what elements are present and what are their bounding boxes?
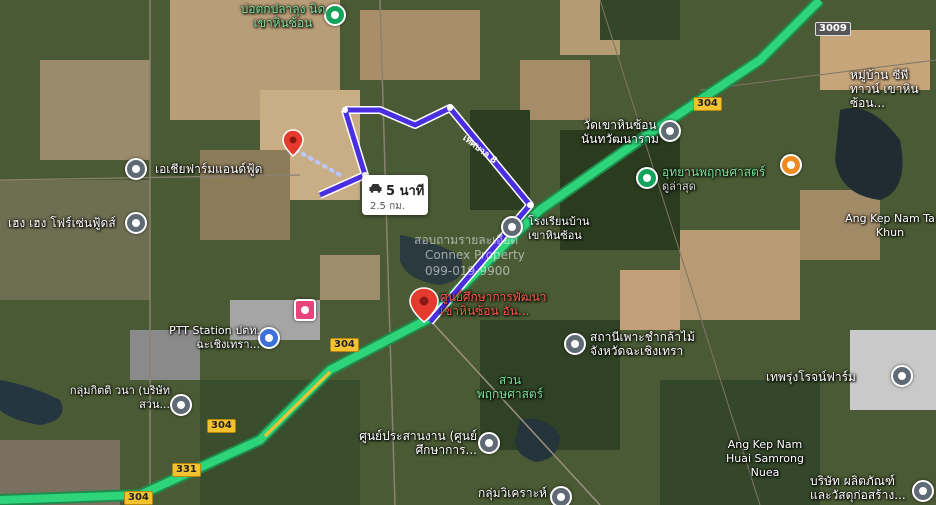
label-company: บริษัท ผลิตภัณฑ์ และวัสดุก่อสร้าง... (810, 474, 906, 502)
poi-pin-botanic-garden[interactable] (636, 167, 658, 189)
label-garden: สวน พฤกษศาสตร์ (476, 373, 544, 401)
label-heng-heng: เฮง เฮง โฟร์เซ่นฟู้ดส์ (8, 216, 116, 230)
poi-pin-ptt-station[interactable] (258, 327, 280, 349)
label-village: หมู่บ้าน ซีพี ทาวน์ เขาหินซ้อน... (850, 68, 919, 110)
watermark-line3: 099-019-9900 (425, 264, 511, 278)
label-thepprung: เทพรุ่งโรจน์ฟาร์ม (766, 370, 856, 384)
road-shield-304-center: 304 (330, 338, 359, 352)
road-shield-3009: 3009 (815, 22, 851, 36)
satellite-map[interactable]: เทศบาล 8 5 นาที 2.5 กม. 3009 304 304 304… (0, 0, 936, 505)
poi-pin-wat[interactable] (659, 120, 681, 142)
poi-pin-coord-center[interactable] (478, 432, 500, 454)
poi-pin-company[interactable] (912, 480, 934, 502)
label-dev-center: ศูนย์ศึกษาการพัฒนา เขาหินซ้อน อัน... (440, 290, 547, 318)
route-time: 5 นาที (386, 184, 425, 199)
poi-pin-thepprung[interactable] (891, 365, 913, 387)
route-info-box[interactable]: 5 นาที 2.5 กม. (362, 175, 428, 215)
label-ptt: PTT Station ปตท. ฉะเชิงเทรา... (169, 324, 260, 351)
label-group: กลุ่มวิเคราะห์ (478, 486, 547, 500)
label-botanic-sub: ดูล่าสุด (662, 180, 696, 193)
label-ang-kep-huai: Ang Kep Nam Huai Samrong Nuea (726, 438, 804, 479)
poi-pin-nursery[interactable] (564, 333, 586, 355)
road-shield-304-east: 304 (693, 97, 722, 111)
poi-pin-heng-heng[interactable] (125, 212, 147, 234)
label-ang-kep-ta-khun: Ang Kep Nam Ta Khun (845, 212, 935, 239)
route-distance: 2.5 กม. (370, 201, 405, 212)
poi-pin-kittiwana[interactable] (170, 394, 192, 416)
road-shield-331: 331 (172, 463, 201, 477)
label-asia-farm: เอเชียฟาร์มแอนด์ฟู้ด (155, 162, 263, 176)
label-botanic: อุทยานพฤกษศาสตร์ (662, 165, 766, 179)
label-wat: วัดเขาหินซ้อน นันทวัฒนาราม (581, 118, 659, 146)
car-icon (369, 184, 382, 193)
label-coord-center: ศูนย์ประสานงาน (ศูนย์ศึกษาการ... (359, 429, 477, 457)
label-fishing-pond: บ่อตกปลาลุง นิดเขาหินซ้อน (240, 2, 326, 30)
label-nursery: สถานีเพาะชำกล้าไม้ จังหวัดฉะเชิงเทรา (590, 330, 695, 358)
poi-pin-restaurant[interactable] (780, 154, 802, 176)
poi-pin-hotel[interactable] (294, 299, 316, 321)
road-shield-304-bottom: 304 (124, 491, 153, 505)
road-shield-304-west: 304 (207, 419, 236, 433)
watermark-line2: Connex Property (425, 248, 525, 262)
poi-pin-asia-farm[interactable] (125, 158, 147, 180)
label-school: โรงเรียนบ้าน เขาหินซ้อน (528, 215, 590, 242)
poi-pin-group[interactable] (550, 486, 572, 505)
label-kittiwana: กลุ่มกิตติ วนา (บริษัท สวน... (69, 384, 170, 411)
